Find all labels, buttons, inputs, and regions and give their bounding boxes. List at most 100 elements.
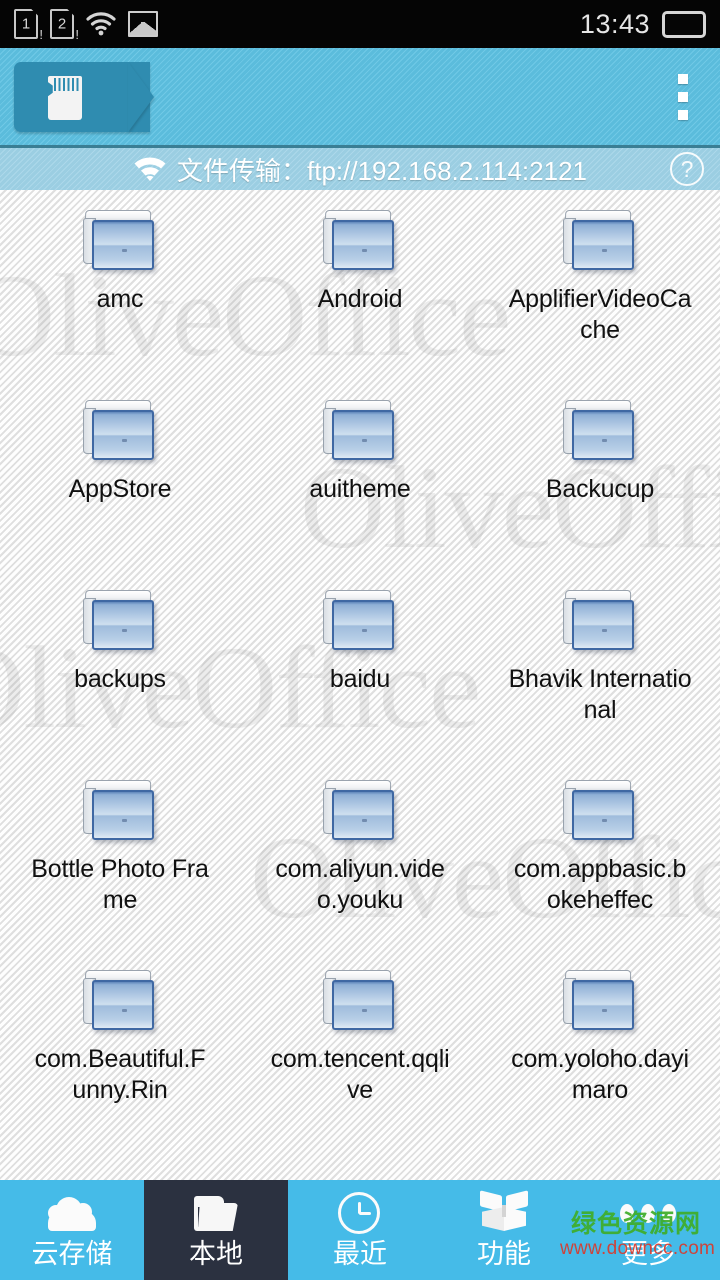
folder-label: Android xyxy=(317,285,403,313)
sim2-number: 2 xyxy=(57,15,67,33)
folder-icon xyxy=(81,780,159,844)
image-icon xyxy=(128,11,158,37)
folder-item[interactable]: com.yoloho.dayimaro xyxy=(480,962,720,1152)
folder-label: com.appbasic.bokeheffec xyxy=(513,855,687,914)
folder-face xyxy=(572,220,634,270)
folder-face xyxy=(92,980,154,1030)
folder-face xyxy=(332,220,394,270)
breadcrumb-sdcard-tab[interactable] xyxy=(14,62,154,132)
folder-face xyxy=(332,980,394,1030)
overflow-menu-icon[interactable] xyxy=(662,72,704,122)
folder-item[interactable]: ApplifierVideoCache xyxy=(480,202,720,392)
folder-label: com.Beautiful.Funny.Rin xyxy=(34,1045,206,1104)
sim1-icon: 1 ! xyxy=(14,9,43,41)
nav-item-recent[interactable]: 最近 xyxy=(288,1180,432,1280)
open-box-icon xyxy=(476,1190,532,1235)
folder-label: baidu xyxy=(329,665,391,693)
folder-icon xyxy=(321,970,399,1034)
battery-icon xyxy=(662,10,706,38)
folder-face xyxy=(92,220,154,270)
folder-label: backups xyxy=(74,665,166,693)
folder-icon xyxy=(81,210,159,274)
folder-label: AppStore xyxy=(68,475,172,503)
folder-label: com.aliyun.video.youku xyxy=(275,855,445,914)
folder-icon xyxy=(561,970,639,1034)
folder-face xyxy=(572,790,634,840)
nav-item-more[interactable]: 更多 xyxy=(576,1180,720,1280)
folder-face xyxy=(92,600,154,650)
folder-label: Bhavik International xyxy=(508,665,692,724)
folder-label: com.tencent.qqlive xyxy=(270,1045,450,1104)
folder-icon xyxy=(81,970,159,1034)
nav-label: 更多 xyxy=(621,1239,675,1269)
folder-item[interactable]: baidu xyxy=(240,582,480,772)
folder-icon xyxy=(321,210,399,274)
folder-label: ApplifierVideoCache xyxy=(508,285,692,344)
folder-label: auitheme xyxy=(309,475,411,503)
folder-label: Backucup xyxy=(545,475,655,503)
folder-icon xyxy=(321,400,399,464)
ftp-transfer-bar[interactable]: 文件传输：ftp://192.168.2.114:2121 ? xyxy=(0,145,720,190)
folder-icon xyxy=(561,400,639,464)
file-browser-content: OliveOffice OliveOffice OliveOffice Oliv… xyxy=(0,190,720,1180)
folder-item[interactable]: com.tencent.qqlive xyxy=(240,962,480,1152)
folder-icon xyxy=(81,590,159,654)
folder-icon xyxy=(321,590,399,654)
folder-open-icon xyxy=(188,1191,244,1235)
folder-face xyxy=(572,410,634,460)
folder-face xyxy=(332,790,394,840)
folder-face xyxy=(332,410,394,460)
folder-face xyxy=(332,600,394,650)
status-bar-right-icons: 13:43 xyxy=(580,9,706,40)
folder-item[interactable]: com.Beautiful.Funny.Rin xyxy=(0,962,240,1152)
folder-item[interactable]: AppStore xyxy=(0,392,240,582)
nav-label: 最近 xyxy=(333,1239,387,1269)
sim2-icon: 2 ! xyxy=(50,9,79,41)
status-bar: 1 ! 2 ! 13:43 xyxy=(0,0,720,48)
nav-label: 功能 xyxy=(477,1239,531,1269)
nav-label: 本地 xyxy=(189,1239,243,1269)
wifi-icon xyxy=(86,12,116,36)
folder-face xyxy=(92,790,154,840)
overflow-dot-2 xyxy=(678,92,688,102)
status-bar-clock: 13:43 xyxy=(579,8,650,39)
breadcrumb-arrow xyxy=(128,62,154,132)
nav-item-functions[interactable]: 功能 xyxy=(432,1180,576,1280)
clock-icon xyxy=(332,1191,388,1235)
sim2-alert: ! xyxy=(75,27,79,42)
folder-label: Bottle Photo Frame xyxy=(31,855,209,914)
folder-face xyxy=(572,600,634,650)
folder-icon xyxy=(561,210,639,274)
sdcard-icon xyxy=(48,76,82,120)
nav-item-cloud-storage[interactable]: 云存储 xyxy=(0,1180,144,1280)
folder-item[interactable]: com.aliyun.video.youku xyxy=(240,772,480,962)
nav-item-local[interactable]: 本地 xyxy=(144,1180,288,1280)
folder-item[interactable]: Bottle Photo Frame xyxy=(0,772,240,962)
folder-item[interactable]: Bhavik International xyxy=(480,582,720,772)
folder-item[interactable]: Android xyxy=(240,202,480,392)
folder-item[interactable]: auitheme xyxy=(240,392,480,582)
folder-item[interactable]: backups xyxy=(0,582,240,772)
folder-item[interactable]: amc xyxy=(0,202,240,392)
folder-label: com.yoloho.dayimaro xyxy=(511,1045,689,1104)
status-bar-left-icons: 1 ! 2 ! xyxy=(14,9,158,41)
folder-icon xyxy=(561,780,639,844)
sdcard-pins xyxy=(54,78,79,91)
overflow-dot-3 xyxy=(678,110,688,120)
folder-icon xyxy=(81,400,159,464)
folder-face xyxy=(572,980,634,1030)
app-screen: 1 ! 2 ! 13:43 文件传输：ftp://192.168.2.114:2… xyxy=(0,0,720,1280)
cloud-icon xyxy=(44,1191,100,1235)
folder-face xyxy=(92,410,154,460)
folder-item[interactable]: com.appbasic.bokeheffec xyxy=(480,772,720,962)
folder-item[interactable]: Backucup xyxy=(480,392,720,582)
wifi-icon xyxy=(133,156,167,182)
overflow-dot-1 xyxy=(678,74,688,84)
help-icon[interactable]: ? xyxy=(670,152,704,186)
sim1-alert: ! xyxy=(39,27,43,42)
folder-icon xyxy=(321,780,399,844)
folder-label: amc xyxy=(96,285,144,313)
sim1-number: 1 xyxy=(21,15,31,33)
ftp-address-text: 文件传输：ftp://192.168.2.114:2121 xyxy=(177,155,587,186)
three-dots-icon xyxy=(620,1191,676,1235)
